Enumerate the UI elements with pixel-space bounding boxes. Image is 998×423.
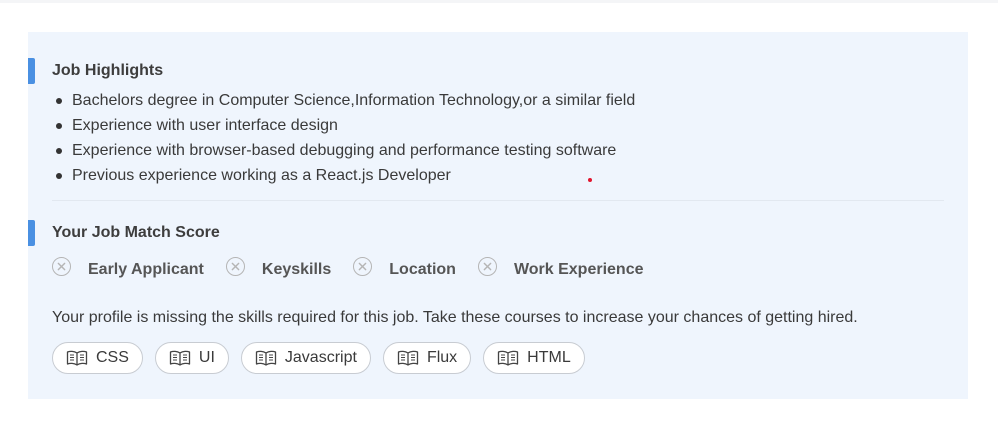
course-chip-html[interactable]: HTML xyxy=(483,342,585,374)
book-icon xyxy=(169,350,191,366)
section-accent-bar xyxy=(28,220,35,246)
job-highlights-heading: Job Highlights xyxy=(28,58,428,84)
book-icon xyxy=(498,350,519,366)
bullet xyxy=(56,98,62,104)
criterion-keyskills: Keyskills xyxy=(225,257,332,279)
course-chip-flux[interactable]: Flux xyxy=(382,342,472,374)
course-label: Flux xyxy=(426,349,458,366)
match-criteria: Early Applicant Keyskills Location Work … xyxy=(52,257,666,279)
cursor-dot xyxy=(588,178,592,182)
course-chips: CSS UI Javascript Flux HTML xyxy=(52,342,597,374)
job-highlights-list: Bachelors degree in Computer Science,Inf… xyxy=(56,88,635,188)
list-item: Bachelors degree in Computer Science,Inf… xyxy=(56,88,635,113)
book-icon xyxy=(255,350,277,366)
job-highlights-title: Job Highlights xyxy=(52,62,164,79)
criterion-label: Work Experience xyxy=(513,260,644,278)
course-chip-javascript[interactable]: Javascript xyxy=(240,342,371,374)
criterion-work-experience: Work Experience xyxy=(477,257,644,279)
job-match-title: Your Job Match Score xyxy=(52,224,220,241)
job-match-heading: Your Job Match Score xyxy=(28,220,428,246)
job-details-card: Job Highlights Bachelors degree in Compu… xyxy=(28,32,968,399)
x-circle-icon xyxy=(353,257,373,276)
course-label: HTML xyxy=(527,349,571,366)
criterion-location: Location xyxy=(353,257,456,279)
criterion-label: Location xyxy=(389,260,456,278)
course-label: UI xyxy=(198,349,215,366)
course-label: CSS xyxy=(96,349,129,366)
bullet xyxy=(56,148,62,154)
criterion-label: Early Applicant xyxy=(88,260,204,278)
section-divider xyxy=(52,200,944,201)
book-icon xyxy=(66,350,88,366)
list-item: Previous experience working as a React.j… xyxy=(56,163,635,188)
course-chip-ui[interactable]: UI xyxy=(154,342,229,374)
bullet xyxy=(56,123,62,129)
bullet xyxy=(56,173,62,179)
list-item: Experience with browser-based debugging … xyxy=(56,138,635,163)
section-accent-bar xyxy=(28,58,35,84)
list-item: Experience with user interface design xyxy=(56,113,635,138)
missing-skills-message: Your profile is missing the skills requi… xyxy=(52,309,858,326)
x-circle-icon xyxy=(225,257,245,276)
criterion-early-applicant: Early Applicant xyxy=(52,257,204,279)
x-circle-icon xyxy=(477,257,497,276)
criterion-label: Keyskills xyxy=(261,260,332,278)
top-divider xyxy=(0,0,998,3)
book-icon xyxy=(397,350,419,366)
course-chip-css[interactable]: CSS xyxy=(52,342,143,374)
course-label: Javascript xyxy=(284,349,357,366)
x-circle-icon xyxy=(52,257,71,276)
